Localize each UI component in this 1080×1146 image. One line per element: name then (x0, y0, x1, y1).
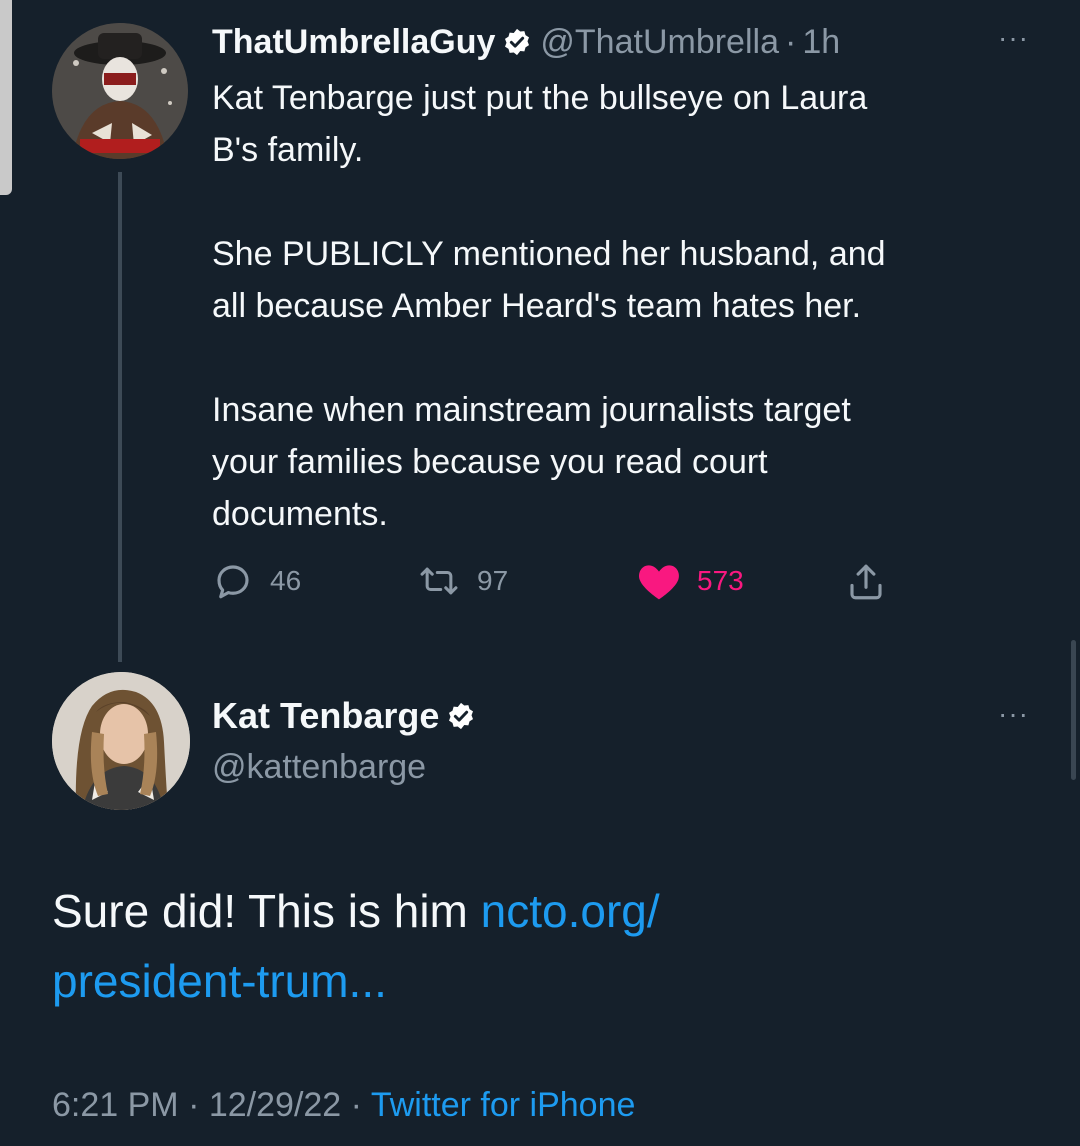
tweet-line: B's family. (212, 131, 364, 169)
tweet-paragraph-1: Kat Tenbarge just put the bullseye on La… (212, 72, 1032, 176)
meta-separator: · (350, 1086, 362, 1124)
reply-time[interactable]: 6:21 PM (52, 1086, 179, 1124)
more-options-icon[interactable]: ··· (998, 22, 1029, 54)
verified-badge-icon (505, 28, 530, 56)
reply-body: Sure did! This is him ncto.org/ presiden… (52, 876, 1032, 1016)
window-edge (0, 0, 12, 195)
tweet-paragraph-3: Insane when mainstream journalists targe… (212, 384, 1032, 540)
reply-profile-name: Kat Tenbarge (212, 693, 484, 739)
tweet-display-name[interactable]: ThatUmbrellaGuy (212, 20, 495, 64)
avatar-kattenbarge-image (52, 672, 190, 810)
verified-badge-icon (449, 702, 474, 730)
avatar-thatumbrellaguy-image (52, 23, 188, 159)
tweet-body: Kat Tenbarge just put the bullseye on La… (212, 72, 1032, 540)
tweet-line: documents. (212, 495, 388, 533)
reply-button[interactable]: 46 (212, 560, 301, 602)
tweet-line: Kat Tenbarge just put the bullseye on La… (212, 79, 868, 117)
more-options-icon[interactable]: ··· (998, 698, 1029, 730)
retweet-button[interactable]: 97 (417, 560, 508, 602)
thread-connector-line (118, 172, 122, 662)
avatar-thatumbrellaguy[interactable] (52, 23, 188, 159)
reply-handle[interactable]: @kattenbarge (212, 745, 426, 789)
tweet-line: all because Amber Heard's team hates her… (212, 287, 862, 325)
reply-count: 46 (270, 565, 302, 596)
reply-meta: 6:21 PM · 12/29/22 · Twitter for iPhone (52, 1082, 635, 1128)
tweet-actions: 46 97 573 (212, 560, 912, 610)
reply-link-part-1[interactable]: ncto.org/ (481, 885, 660, 937)
share-icon (850, 564, 882, 600)
heart-icon (639, 565, 679, 600)
scrollbar[interactable] (1071, 640, 1076, 780)
tweet-line: Insane when mainstream journalists targe… (212, 391, 851, 429)
header-separator: · (784, 23, 797, 61)
share-button[interactable] (845, 560, 887, 604)
tweet-paragraph-2: She PUBLICLY mentioned her husband, and … (212, 228, 1032, 332)
meta-separator: · (188, 1086, 200, 1124)
reply-link-part-2[interactable]: president-trum... (52, 955, 387, 1007)
retweet-count: 97 (477, 565, 509, 596)
tweet-line: your families because you read court (212, 443, 768, 481)
reply-date[interactable]: 12/29/22 (209, 1086, 341, 1124)
tweet-header: ThatUmbrellaGuy @ThatUmbrella · 1h (212, 20, 840, 64)
tweet-timestamp[interactable]: 1h (802, 20, 840, 64)
like-count: 573 (697, 565, 744, 596)
tweet-source-link[interactable]: Twitter for iPhone (371, 1086, 636, 1124)
tweet-screenshot: ThatUmbrellaGuy @ThatUmbrella · 1h ··· K… (0, 0, 1080, 1146)
like-button[interactable]: 573 (637, 560, 744, 602)
tweet-handle[interactable]: @ThatUmbrella (540, 20, 779, 64)
tweet-line: She PUBLICLY mentioned her husband, and (212, 235, 886, 273)
retweet-icon (420, 567, 458, 595)
avatar-kattenbarge[interactable] (52, 672, 190, 810)
reply-text: Sure did! This is him (52, 885, 481, 937)
reply-icon (217, 565, 249, 599)
reply-display-name[interactable]: Kat Tenbarge (212, 693, 439, 739)
